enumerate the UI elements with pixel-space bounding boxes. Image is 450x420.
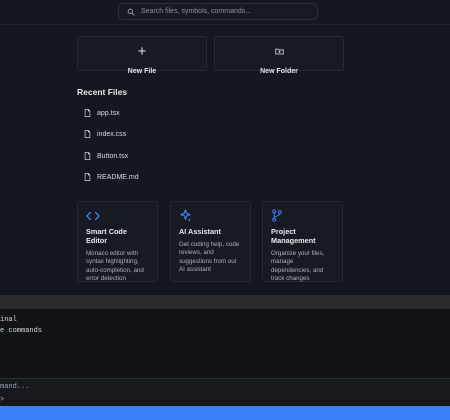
new-folder-button[interactable]: New Folder [214,36,344,75]
search-input[interactable]: Search files, symbols, commands... [118,3,318,20]
recent-file-name: index.css [97,130,127,138]
command-input[interactable]: mand... [0,378,450,395]
new-file-label: New File [127,68,157,75]
recent-file-name: README.md [97,173,139,181]
file-icon [84,130,91,138]
recent-file-item[interactable]: README.md [84,169,139,185]
new-folder-label: New Folder [260,68,298,75]
recent-files-title: Recent Files [77,87,128,97]
search-icon [127,8,135,15]
feature-description: Monaco editor with syntax highlighting, … [86,250,144,282]
terminal-line: e commands [0,327,43,335]
feature-title: Smart Code Editor [86,227,127,245]
file-icon [84,152,91,160]
top-bar: Search files, symbols, commands... [0,0,450,25]
main-content: New File New Folder Recent Files app.tsx… [0,25,450,295]
git-branch-icon [271,209,334,223]
command-output-strip: > [0,395,450,406]
project-management-card[interactable]: Project Management Organize your files, … [262,201,343,282]
new-file-button[interactable]: New File [77,36,207,75]
file-icon [84,109,91,117]
sparkle-icon [179,209,242,223]
recent-file-item[interactable]: Button.tsx [84,148,128,164]
feature-description: Get coding help, code reviews, and sugge… [179,241,240,273]
folder-plus-icon [215,47,343,57]
status-bar [0,406,450,420]
recent-file-name: Button.tsx [97,152,129,160]
feature-description: Organize your files, manage dependencies… [271,250,325,282]
recent-file-name: app.tsx [97,109,120,117]
file-icon [84,173,91,181]
search-placeholder: Search files, symbols, commands... [141,8,252,15]
feature-title: AI Assistant [179,227,221,236]
terminal-line: inal [0,316,17,324]
ai-assistant-card[interactable]: AI Assistant Get coding help, code revie… [170,201,251,282]
code-brackets-icon [86,209,149,223]
recent-file-item[interactable]: index.css [84,126,126,142]
smart-code-editor-card[interactable]: Smart Code Editor Monaco editor with syn… [77,201,158,282]
panel-divider[interactable] [0,295,450,310]
recent-file-item[interactable]: app.tsx [84,105,120,121]
plus-icon [78,47,206,57]
command-cursor: > [0,396,5,404]
command-placeholder: mand... [0,383,30,391]
terminal-panel[interactable]: inal e commands [0,309,450,378]
feature-title: Project Management [271,227,316,245]
